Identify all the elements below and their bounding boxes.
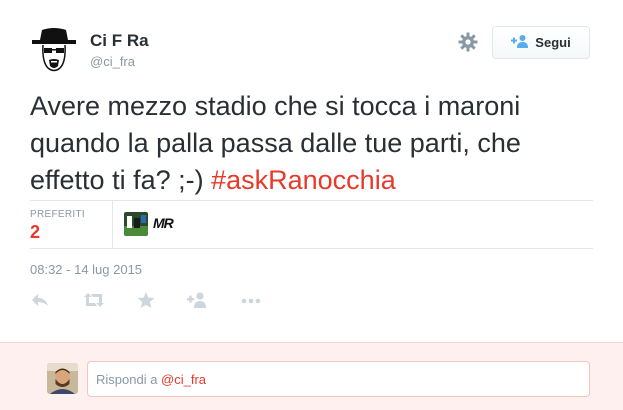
more-icon[interactable] [240,290,264,312]
user-avatar[interactable] [47,363,78,394]
follow-label: Segui [535,35,571,50]
gear-icon[interactable] [457,31,479,53]
tweet-card: Ci F Ra @ci_fra Segui Avere mezzo stadio… [0,0,623,342]
reply-box: Rispondi a @ci_fra [0,342,623,410]
favorites-stat[interactable]: PREFERITI 2 [30,201,113,248]
tweet-text: Avere mezzo stadio che si tocca i maroni… [30,88,600,199]
favorites-label: PREFERITI [30,209,85,220]
reply-input[interactable]: Rispondi a @ci_fra [87,361,590,397]
tweet-timestamp[interactable]: 08:32 - 14 lug 2015 [30,262,142,277]
hashtag-link[interactable]: #askRanocchia [211,165,396,195]
follow-button[interactable]: Segui [492,26,590,59]
faver-badge[interactable]: MR [153,215,174,231]
favorites-count: 2 [30,222,41,242]
add-user-icon [511,34,529,51]
tweet-stats: PREFERITI 2 MR [30,200,593,249]
favorite-icon[interactable] [136,290,160,312]
retweet-icon[interactable] [82,290,106,312]
reply-mention: @ci_fra [161,372,207,387]
author-handle[interactable]: @ci_fra [90,54,135,69]
reply-icon[interactable] [30,290,54,312]
heisenberg-avatar-icon[interactable] [30,26,78,74]
author-name[interactable]: Ci F Ra [90,31,149,51]
faver-avatar[interactable] [124,212,148,236]
follow-icon[interactable] [186,290,210,312]
reply-prefix: Rispondi a [96,372,162,387]
